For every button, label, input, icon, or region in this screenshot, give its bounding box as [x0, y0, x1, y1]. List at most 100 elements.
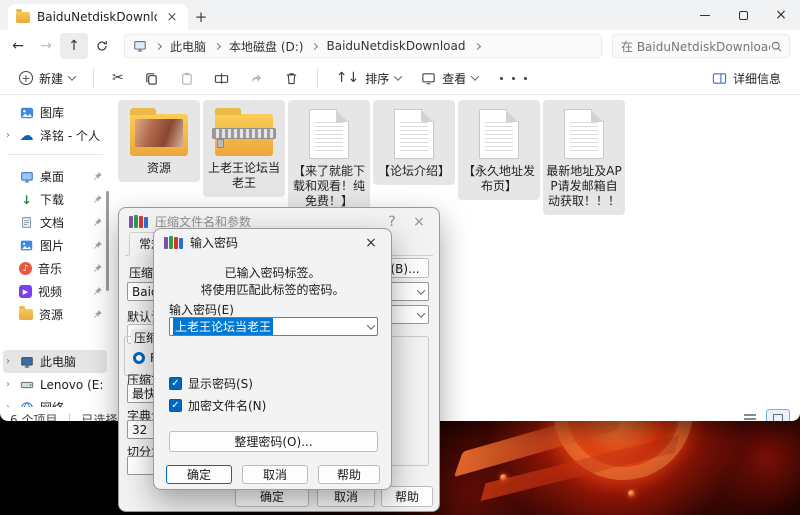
- rename-icon: [214, 71, 229, 86]
- chevron-right-icon: [155, 42, 162, 49]
- file-item-txt-4[interactable]: 最新地址及APP请发邮箱自动获取！！！: [543, 100, 625, 215]
- details-view-button[interactable]: [738, 409, 762, 421]
- file-item-ziyuan[interactable]: 资源: [118, 100, 200, 182]
- maximize-button[interactable]: [724, 0, 762, 30]
- chevron-right-icon: ›: [6, 379, 10, 390]
- share-button[interactable]: [240, 64, 273, 92]
- show-password-checkbox[interactable]: ✓ 显示密码(S): [169, 375, 253, 392]
- delete-button[interactable]: [275, 64, 308, 92]
- view-button[interactable]: 查看: [412, 64, 487, 92]
- winrar-icon: [129, 215, 148, 228]
- explorer-tab[interactable]: BaiduNetdiskDownload ×: [8, 4, 188, 30]
- password-dialog: 输入密码 × 已输入密码标签。 将使用匹配此标签的密码。 输入密码(E) 上老王…: [153, 228, 392, 490]
- folder-icon: [19, 309, 33, 320]
- onedrive-cloud-icon: ☁: [19, 128, 34, 143]
- back-button[interactable]: ←: [4, 33, 32, 59]
- share-icon: [249, 71, 264, 86]
- chevron-down-icon: [471, 72, 479, 80]
- pin-icon: [92, 263, 103, 274]
- chevron-right-icon: [473, 42, 480, 49]
- organize-passwords-button[interactable]: 整理密码(O)...: [169, 431, 378, 452]
- text-document-icon: [394, 109, 434, 159]
- pin-icon: [92, 286, 103, 297]
- chevron-right-icon: [214, 42, 221, 49]
- plus-icon: +: [19, 71, 33, 85]
- sidebar-item-lenovo-drive[interactable]: › Lenovo (E:): [3, 373, 107, 396]
- sidebar-item-videos[interactable]: ▶ 视频: [3, 280, 107, 303]
- checkbox-checked-icon: ✓: [169, 377, 182, 390]
- close-icon[interactable]: ×: [409, 214, 429, 230]
- text-document-icon: [309, 109, 349, 159]
- password-dialog-titlebar[interactable]: 输入密码 ×: [154, 229, 391, 256]
- sidebar-item-downloads[interactable]: ↓ 下载: [3, 188, 107, 211]
- copy-button[interactable]: [135, 64, 168, 92]
- password-ok-button[interactable]: 确定: [166, 465, 232, 484]
- archive-help-button[interactable]: 帮助: [381, 486, 433, 507]
- refresh-button[interactable]: [88, 33, 116, 59]
- sidebar-item-network[interactable]: › 网络: [3, 396, 107, 407]
- pictures-icon: [19, 238, 34, 253]
- sidebar-item-gallery[interactable]: 图库: [3, 101, 107, 124]
- sidebar-item-ziyuan-folder[interactable]: 资源: [3, 303, 107, 326]
- breadcrumb-drive-d[interactable]: 本地磁盘 (D:): [229, 38, 303, 55]
- close-button[interactable]: ×: [762, 0, 800, 30]
- sidebar-item-music[interactable]: ♪ 音乐: [3, 257, 107, 280]
- zipped-folder-icon: [215, 114, 273, 156]
- rename-button[interactable]: [205, 64, 238, 92]
- wallpaper-dot: [628, 490, 635, 497]
- sort-button[interactable]: ↑↓ 排序: [327, 64, 410, 92]
- sidebar-item-documents[interactable]: 文档: [3, 211, 107, 234]
- search-icon: [770, 40, 783, 53]
- password-input-label: 输入密码(E): [169, 301, 234, 318]
- forward-button[interactable]: →: [32, 33, 60, 59]
- view-icon: [421, 71, 436, 86]
- new-button[interactable]: + 新建: [10, 64, 84, 92]
- this-pc-icon: [19, 354, 34, 369]
- sidebar-item-onedrive[interactable]: › ☁ 泽铭 - 个人: [3, 124, 107, 147]
- file-item-txt-3[interactable]: 【永久地址发布页】: [458, 100, 540, 200]
- item-count: 6 个项目: [10, 411, 57, 422]
- close-icon[interactable]: ×: [361, 235, 381, 251]
- sidebar-scrollbar[interactable]: [106, 191, 109, 291]
- password-cancel-button[interactable]: 取消: [242, 465, 308, 484]
- large-icons-view-button[interactable]: [766, 409, 790, 421]
- paste-button[interactable]: [170, 64, 203, 92]
- minimize-button[interactable]: [686, 0, 724, 30]
- address-bar: ← → ↑ 此电脑 本地磁盘 (D:) BaiduNetdiskDownload…: [0, 30, 800, 62]
- tab-bar: BaiduNetdiskDownload × + ×: [0, 0, 800, 30]
- drive-icon: [19, 377, 34, 392]
- sidebar-divider: [7, 154, 103, 155]
- password-input[interactable]: 上老王论坛当老王: [169, 317, 378, 336]
- tab-close-icon[interactable]: ×: [164, 10, 180, 25]
- chevron-down-icon: [394, 72, 402, 80]
- cut-button[interactable]: ✂: [103, 64, 133, 92]
- more-options-button[interactable]: [489, 64, 537, 92]
- sidebar-item-desktop[interactable]: 桌面: [3, 165, 107, 188]
- this-pc-icon: [133, 39, 147, 53]
- file-item-archive-folder[interactable]: 上老王论坛当老王: [203, 100, 285, 197]
- details-label: 详细信息: [733, 70, 781, 87]
- winrar-icon: [164, 236, 183, 249]
- search-input[interactable]: 在 BaiduNetdiskDownload 中搜索: [612, 34, 790, 58]
- pin-icon: [92, 240, 103, 251]
- file-item-txt-1[interactable]: 【来了就能下载和观看！纯免费！】: [288, 100, 370, 215]
- breadcrumb-this-pc[interactable]: 此电脑: [170, 38, 206, 55]
- gallery-icon: [19, 105, 34, 120]
- password-dialog-title: 输入密码: [190, 234, 354, 251]
- sidebar-item-pictures[interactable]: 图片: [3, 234, 107, 257]
- sidebar-item-this-pc[interactable]: › 此电脑: [3, 350, 107, 373]
- breadcrumb[interactable]: 此电脑 本地磁盘 (D:) BaiduNetdiskDownload: [124, 34, 602, 58]
- rar-radio[interactable]: [133, 352, 145, 364]
- documents-icon: [19, 215, 34, 230]
- pin-icon: [92, 171, 103, 182]
- file-item-txt-2[interactable]: 【论坛介绍】: [373, 100, 455, 185]
- chevron-down-icon: [367, 321, 375, 329]
- text-document-icon: [479, 109, 519, 159]
- refresh-icon: [95, 39, 109, 53]
- details-pane-button[interactable]: 详细信息: [703, 64, 790, 92]
- password-help-button[interactable]: 帮助: [318, 465, 380, 484]
- encrypt-names-checkbox[interactable]: ✓ 加密文件名(N): [169, 397, 266, 414]
- new-tab-button[interactable]: +: [188, 4, 214, 30]
- breadcrumb-current-folder[interactable]: BaiduNetdiskDownload: [326, 39, 465, 53]
- up-button[interactable]: ↑: [60, 33, 88, 59]
